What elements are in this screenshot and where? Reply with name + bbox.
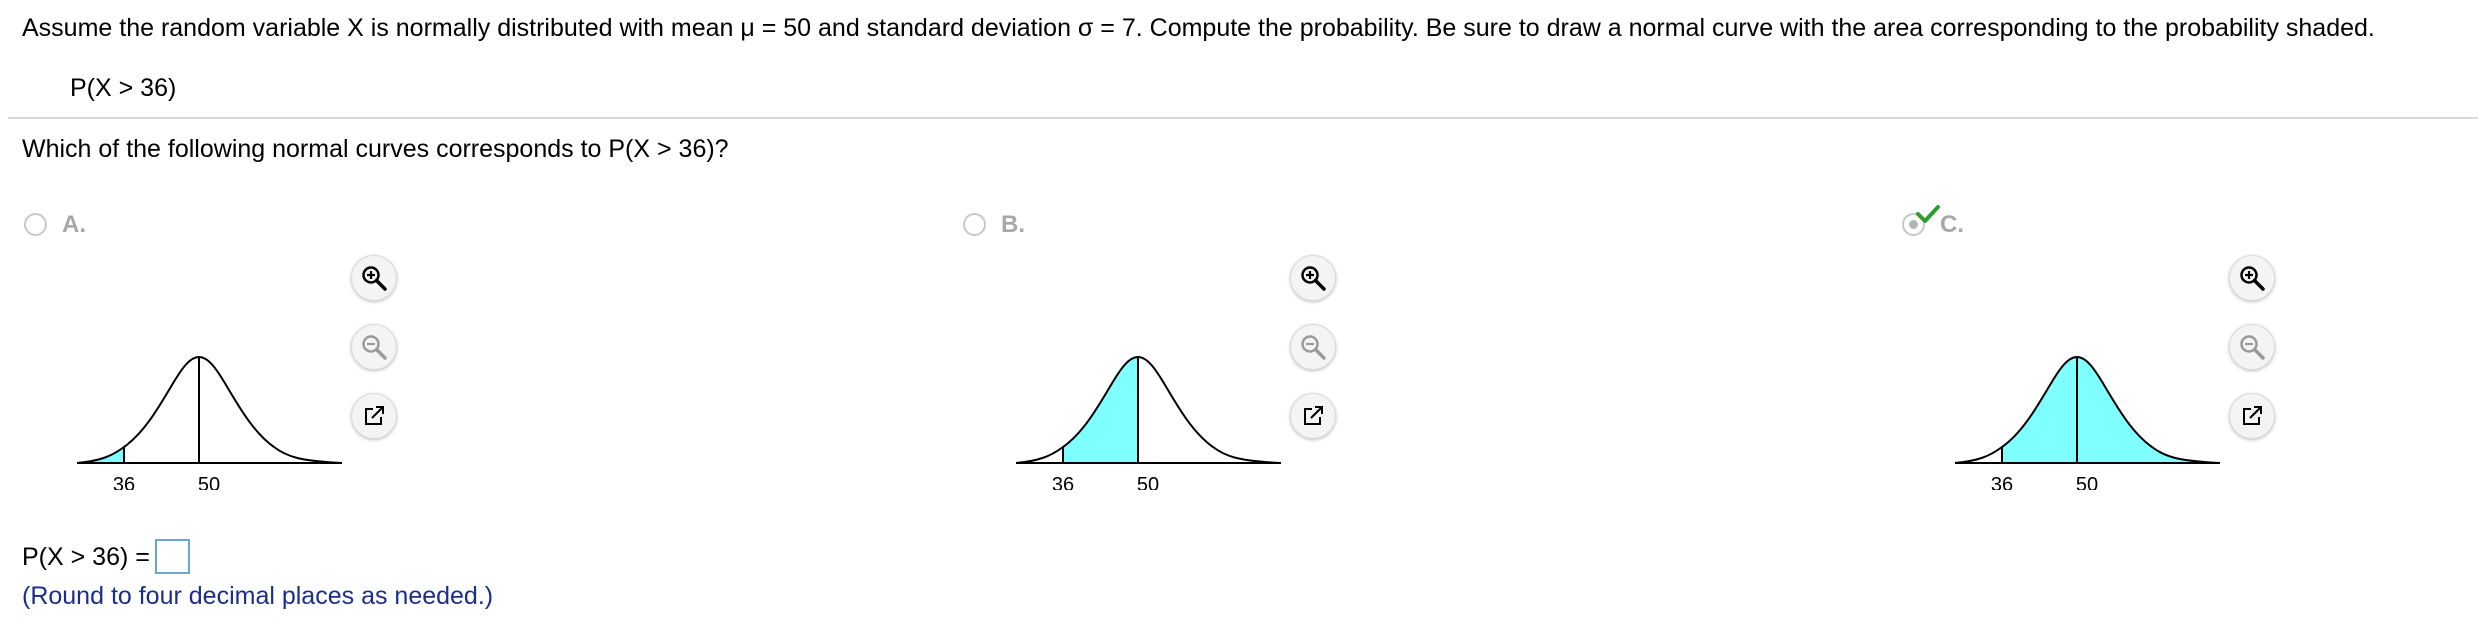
option-b-letter: B. bbox=[1001, 211, 1025, 238]
zoom-out-icon bbox=[2240, 335, 2265, 360]
option-c-letter: C. bbox=[1940, 211, 1964, 238]
rounding-hint: (Round to four decimal places as needed.… bbox=[22, 582, 494, 610]
option-b-tick-36: 36 bbox=[1052, 474, 1074, 490]
popout-icon bbox=[365, 406, 384, 425]
zoom-in-button[interactable] bbox=[1290, 255, 1336, 301]
zoom-out-icon bbox=[1301, 335, 1326, 360]
zoom-out-button[interactable] bbox=[2229, 324, 2275, 370]
option-b-curve-line bbox=[1015, 355, 1282, 464]
answer-label: P(X > 36) = bbox=[22, 543, 150, 571]
zoom-in-button[interactable] bbox=[351, 255, 397, 301]
divider bbox=[8, 117, 2478, 119]
option-b[interactable]: B. 36 50 bbox=[963, 210, 1463, 500]
option-a[interactable]: A. 36 50 bbox=[24, 210, 524, 500]
zoom-in-icon bbox=[2240, 266, 2265, 291]
option-b-shaded-area bbox=[1063, 357, 1138, 463]
option-b-tick-50: 50 bbox=[1137, 474, 1159, 490]
option-a-tick-50: 50 bbox=[198, 474, 220, 490]
zoom-in-button[interactable] bbox=[2229, 255, 2275, 301]
zoom-in-icon bbox=[362, 266, 387, 291]
popout-button[interactable] bbox=[351, 393, 397, 439]
popout-button[interactable] bbox=[1290, 393, 1336, 439]
zoom-out-button[interactable] bbox=[351, 324, 397, 370]
option-c-tick-50: 50 bbox=[2076, 474, 2098, 490]
zoom-out-button[interactable] bbox=[1290, 324, 1336, 370]
option-a-tick-36: 36 bbox=[113, 474, 135, 490]
problem-statement: Assume the random variable X is normally… bbox=[22, 14, 2375, 42]
zoom-in-icon bbox=[1301, 266, 1326, 291]
zoom-out-icon bbox=[362, 335, 387, 360]
option-a-curve-line bbox=[76, 355, 343, 464]
option-a-normal-curve: 36 50 bbox=[76, 355, 343, 490]
option-a-shaded-area bbox=[77, 447, 124, 463]
question-text: Which of the following normal curves cor… bbox=[22, 135, 729, 163]
popout-icon bbox=[2243, 406, 2262, 425]
option-c-normal-curve: 36 50 bbox=[1954, 355, 2221, 490]
option-b-normal-curve: 36 50 bbox=[1015, 355, 1282, 490]
probability-expression: P(X > 36) bbox=[70, 74, 177, 102]
option-a-letter: A. bbox=[62, 211, 86, 238]
popout-button[interactable] bbox=[2229, 393, 2275, 439]
option-a-radio[interactable] bbox=[24, 213, 47, 236]
option-b-radio[interactable] bbox=[963, 213, 986, 236]
checkmark-icon bbox=[1916, 205, 1940, 223]
option-c[interactable]: C. 36 50 bbox=[1902, 205, 2402, 500]
option-c-tick-36: 36 bbox=[1991, 474, 2013, 490]
answer-input[interactable] bbox=[155, 539, 190, 574]
popout-icon bbox=[1304, 406, 1323, 425]
